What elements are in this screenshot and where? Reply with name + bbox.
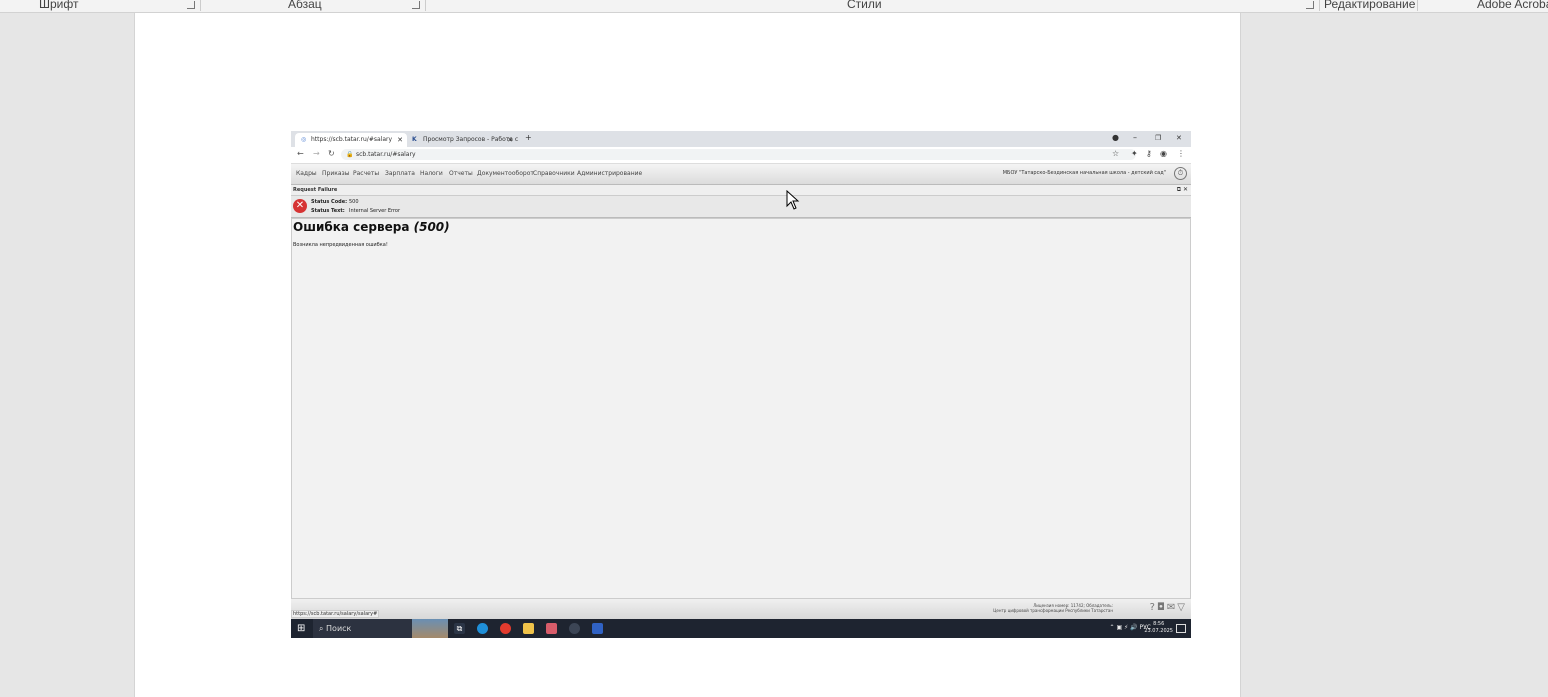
- edge-browser-icon[interactable]: [477, 623, 488, 634]
- ribbon-group-paragraph[interactable]: Абзац: [288, 0, 322, 11]
- embedded-screenshot[interactable]: ◎ https://scb.tatar.ru/#salary ✕ K Просм…: [291, 131, 1191, 638]
- organization-name[interactable]: МБОУ "Татарско-Бездинская начальная школ…: [1003, 170, 1166, 176]
- status-code-label: Status Code:: [311, 199, 348, 205]
- ribbon-group-font[interactable]: Шрифт: [39, 0, 78, 11]
- menu-item-spravochniki[interactable]: Справочники: [533, 170, 575, 177]
- windows-start-icon[interactable]: ⊞: [297, 623, 305, 634]
- error-heading: Ошибка сервера (500): [293, 220, 450, 234]
- yandex-browser-icon[interactable]: [500, 623, 511, 634]
- menu-item-nalogi[interactable]: Налоги: [420, 170, 443, 177]
- close-window-button[interactable]: ✕: [1176, 131, 1182, 145]
- anydesk-icon[interactable]: [592, 623, 603, 634]
- tab-title: Просмотр Запросов - Работа с: [423, 136, 519, 143]
- app-footer: Лицензия номер: 11742; Обладатель: Центр…: [291, 599, 1191, 619]
- ribbon-separator: [1417, 0, 1418, 11]
- tab-close-icon[interactable]: ✕: [507, 133, 513, 147]
- clock-date: 23.07.2025: [1144, 628, 1173, 634]
- clock[interactable]: 8:56 23.07.2025: [1144, 621, 1173, 635]
- paragraph-dialog-launcher-icon[interactable]: [412, 1, 420, 9]
- request-failure-header: Request Failure ⧉ ✕: [291, 185, 1191, 196]
- error-content-area: Ошибка сервера (500) Возникла непредвиде…: [291, 218, 1191, 599]
- restore-button[interactable]: ❐: [1155, 131, 1161, 145]
- error-message: Возникла непредвиденная ошибка!: [293, 242, 388, 248]
- address-bar: ← → ↻ 🔒 scb.tatar.ru/#salary ☆ ✦ ⚷ ◉ ⋮: [291, 147, 1191, 164]
- search-highlight-image[interactable]: [412, 619, 448, 638]
- minimize-button[interactable]: –: [1133, 131, 1137, 145]
- error-title: Ошибка сервера: [293, 220, 410, 234]
- tab-favicon-icon: K: [412, 136, 417, 143]
- collapse-icon[interactable]: ▽: [1177, 602, 1187, 613]
- status-text-label: Status Text:: [311, 208, 345, 214]
- app-icon[interactable]: [546, 623, 557, 634]
- word-ribbon: Шрифт Абзац Стили Редактирование Adobe A…: [0, 0, 1548, 13]
- extensions-icon[interactable]: ✦: [1131, 149, 1138, 158]
- styles-dialog-launcher-icon[interactable]: [1306, 1, 1314, 9]
- status-text-value: Internal Server Error: [349, 208, 401, 214]
- request-failure-title: Request Failure: [293, 187, 338, 193]
- error-icon: ✕: [293, 199, 307, 213]
- forward-arrow-icon[interactable]: →: [313, 149, 320, 158]
- ribbon-group-styles[interactable]: Стили: [847, 0, 882, 11]
- menu-item-raschety[interactable]: Расчеты: [353, 170, 379, 177]
- menu-item-dokumentooborot[interactable]: Документооборот: [477, 170, 534, 177]
- url-field[interactable]: 🔒 scb.tatar.ru/#salary: [341, 149, 1136, 160]
- url-text: scb.tatar.ru/#salary: [356, 151, 416, 158]
- status-code-value: 500: [349, 199, 359, 205]
- status-url: https://scb.tatar.ru/salary/salary#: [291, 610, 380, 618]
- license-info: Лицензия номер: 11742; Обладатель: Центр…: [993, 603, 1113, 613]
- file-explorer-icon[interactable]: [523, 623, 534, 634]
- menu-item-administrirovanie[interactable]: Администрирование: [577, 170, 642, 177]
- license-owner: Центр цифровой трансформации Республики …: [993, 608, 1113, 613]
- mouse-cursor-icon: [786, 190, 800, 210]
- browser-profile-icon[interactable]: ●: [1112, 131, 1119, 145]
- app-menu-bar: Кадры Приказы Расчеты Зарплата Налоги От…: [291, 164, 1191, 185]
- footer-icons: ?◘✉▽: [1150, 602, 1187, 613]
- browser-tab-bar: ◎ https://scb.tatar.ru/#salary ✕ K Просм…: [291, 131, 1191, 147]
- tab-close-icon[interactable]: ✕: [397, 133, 403, 147]
- bookmark-star-icon[interactable]: ☆: [1112, 149, 1119, 158]
- notification-icon[interactable]: [1176, 624, 1186, 633]
- search-label: Поиск: [326, 624, 352, 633]
- tab-favicon-icon: ◎: [301, 136, 307, 143]
- tab-title: https://scb.tatar.ru/#salary: [311, 136, 393, 143]
- back-arrow-icon[interactable]: ←: [297, 149, 304, 158]
- font-dialog-launcher-icon[interactable]: [187, 1, 195, 9]
- search-icon: ⌕: [319, 624, 324, 633]
- ribbon-group-adobe-acrobat[interactable]: Adobe Acroba: [1477, 0, 1548, 11]
- browser-tab-salary[interactable]: ◎ https://scb.tatar.ru/#salary ✕: [295, 133, 407, 147]
- lock-icon: 🔒: [346, 151, 354, 158]
- menu-item-otchety[interactable]: Отчеты: [449, 170, 473, 177]
- error-code: (500): [413, 220, 450, 234]
- menu-item-prikazy[interactable]: Приказы: [322, 170, 349, 177]
- ribbon-separator: [425, 0, 426, 11]
- mail-icon[interactable]: ✉: [1167, 602, 1177, 613]
- windows-taskbar: ⊞ ⌕ Поиск ⧉ ⌃ ▣ ⚡ 🔊 РУС 8:56 23.07.2025: [291, 619, 1191, 638]
- account-icon[interactable]: ◉: [1160, 149, 1167, 158]
- reload-icon[interactable]: ↻: [328, 149, 335, 158]
- camera-icon[interactable]: ◘: [1157, 602, 1167, 613]
- request-failure-panel: ✕ Status Code: 500 Status Text: Internal…: [291, 196, 1191, 218]
- clock-icon[interactable]: ⏱: [1174, 167, 1187, 180]
- new-tab-button[interactable]: +: [525, 131, 532, 145]
- help-icon[interactable]: ?: [1150, 602, 1157, 613]
- ribbon-separator: [200, 0, 201, 11]
- key-icon[interactable]: ⚷: [1146, 149, 1152, 158]
- browser-menu-icon[interactable]: ⋮: [1177, 149, 1185, 158]
- menu-item-zarplata[interactable]: Зарплата: [385, 170, 415, 177]
- chrome-icon[interactable]: [569, 623, 580, 634]
- clock-time: 8:56: [1153, 621, 1165, 627]
- taskbar-search[interactable]: ⌕ Поиск: [313, 619, 419, 638]
- ribbon-group-editing[interactable]: Редактирование: [1324, 0, 1415, 11]
- task-view-icon[interactable]: ⧉: [454, 623, 465, 634]
- ribbon-separator: [1319, 0, 1320, 11]
- menu-item-kadry[interactable]: Кадры: [296, 170, 317, 177]
- panel-window-buttons[interactable]: ⧉ ✕: [1177, 185, 1188, 195]
- browser-tab-requests[interactable]: K Просмотр Запросов - Работа с ✕: [409, 133, 519, 147]
